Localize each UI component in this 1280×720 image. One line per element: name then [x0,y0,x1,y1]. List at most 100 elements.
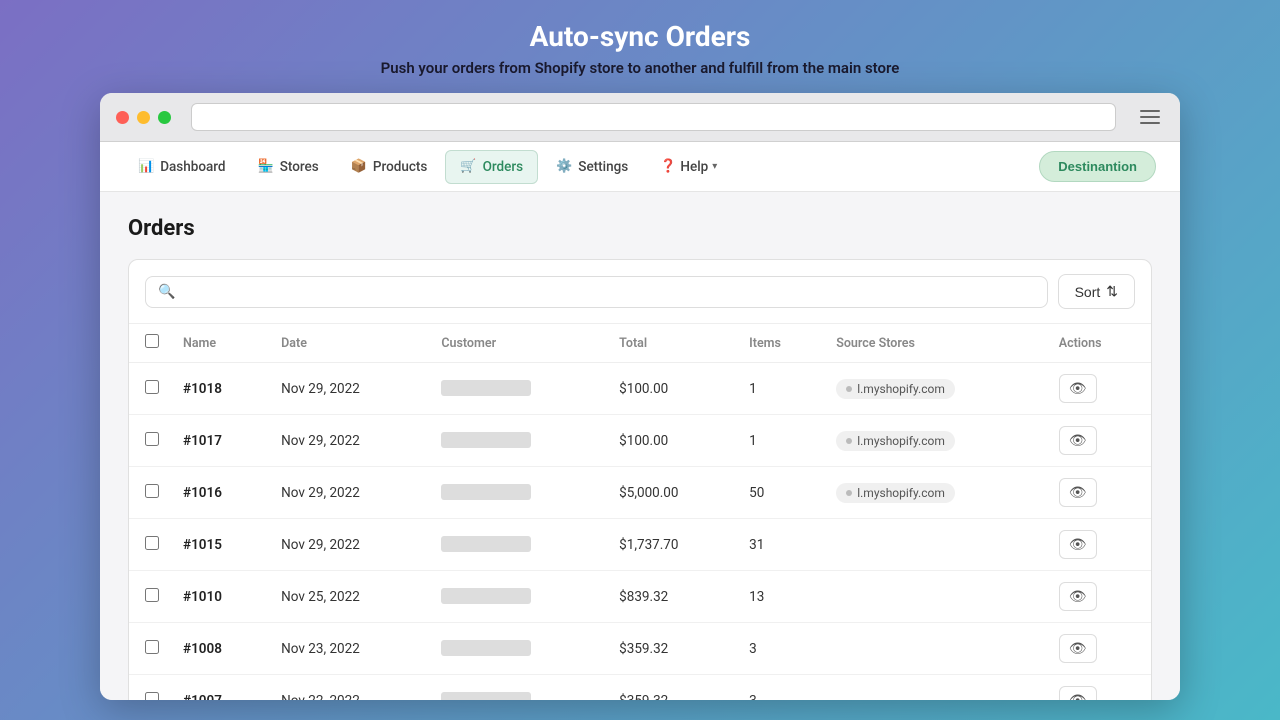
store-dot-icon [846,490,852,496]
col-items: Items [737,324,824,363]
table-row: #1010Nov 25, 2022Eric Nguyen$839.3213👁 [129,571,1151,623]
sidebar-item-products[interactable]: 📦 Products [337,151,442,183]
order-source-store [824,519,1047,571]
table-row: #1016Nov 29, 2022Emma Glebe$5,000.0050l.… [129,467,1151,519]
row-checkbox[interactable] [145,640,159,654]
order-actions: 👁 [1047,467,1151,519]
nav-label-settings: Settings [578,159,628,175]
stores-icon: 🏪 [258,159,274,174]
address-bar[interactable] [191,103,1116,131]
view-order-button[interactable]: 👁 [1059,686,1097,700]
order-customer: Emma Glebe [429,363,607,415]
order-items: 3 [737,675,824,701]
eye-icon: 👁 [1069,380,1087,397]
eye-icon: 👁 [1069,432,1087,449]
col-name: Name [171,324,269,363]
row-checkbox-col [129,467,171,519]
order-source-store: l.myshopify.com [824,363,1047,415]
store-name: l.myshopify.com [857,382,945,396]
order-customer: Emma Glebe [429,519,607,571]
order-total: $5,000.00 [607,467,737,519]
nav-label-help: Help [680,159,708,175]
row-checkbox[interactable] [145,588,159,602]
row-checkbox-col [129,415,171,467]
eye-icon: 👁 [1069,692,1087,700]
row-checkbox[interactable] [145,432,159,446]
order-source-store [824,623,1047,675]
order-actions: 👁 [1047,571,1151,623]
nav-items: 📊 Dashboard 🏪 Stores 📦 Products 🛒 Orders… [124,150,1039,184]
row-checkbox-col [129,675,171,701]
table-row: #1015Nov 29, 2022Emma Glebe$1,737.7031👁 [129,519,1151,571]
row-checkbox[interactable] [145,536,159,550]
settings-icon: ⚙️ [556,159,572,174]
order-actions: 👁 [1047,623,1151,675]
view-order-button[interactable]: 👁 [1059,634,1097,663]
eye-icon: 👁 [1069,484,1087,501]
row-checkbox[interactable] [145,692,159,701]
store-badge: l.myshopify.com [836,431,955,451]
main-title: Auto-sync Orders [381,20,900,53]
nav-label-stores: Stores [280,159,319,175]
col-total: Total [607,324,737,363]
order-date: Nov 29, 2022 [269,467,429,519]
dashboard-icon: 📊 [138,159,154,174]
order-customer: Emma Glebe [429,467,607,519]
order-customer: Emma Glebe [429,415,607,467]
order-source-store [824,571,1047,623]
sort-button[interactable]: Sort ⇅ [1058,274,1135,309]
order-date: Nov 29, 2022 [269,415,429,467]
row-checkbox[interactable] [145,380,159,394]
view-order-button[interactable]: 👁 [1059,426,1097,455]
select-all-checkbox[interactable] [145,334,159,348]
order-id: #1007 [171,675,269,701]
view-order-button[interactable]: 👁 [1059,530,1097,559]
order-customer: Eric Nguyen [429,571,607,623]
view-order-button[interactable]: 👁 [1059,374,1097,403]
order-items: 1 [737,415,824,467]
search-icon: 🔍 [158,284,175,300]
sidebar-item-orders[interactable]: 🛒 Orders [445,150,538,184]
nav-label-products: Products [373,159,427,175]
sort-label: Sort [1075,284,1101,300]
order-date: Nov 29, 2022 [269,519,429,571]
orders-tbody: #1018Nov 29, 2022Emma Glebe$100.001l.mys… [129,363,1151,701]
sidebar-item-dashboard[interactable]: 📊 Dashboard [124,151,240,183]
order-items: 3 [737,623,824,675]
sidebar-item-stores[interactable]: 🏪 Stores [244,151,333,183]
row-checkbox-col [129,571,171,623]
order-actions: 👁 [1047,675,1151,701]
nav-label-orders: Orders [483,159,524,175]
sidebar-item-help[interactable]: ❓ Help ▾ [646,151,731,183]
table-row: #1018Nov 29, 2022Emma Glebe$100.001l.mys… [129,363,1151,415]
order-date: Nov 23, 2022 [269,623,429,675]
eye-icon: 👁 [1069,536,1087,553]
sidebar-item-settings[interactable]: ⚙️ Settings [542,151,642,183]
close-icon[interactable] [116,111,129,124]
eye-icon: 👁 [1069,640,1087,657]
sort-icon: ⇅ [1106,283,1118,300]
order-actions: 👁 [1047,363,1151,415]
maximize-icon[interactable] [158,111,171,124]
row-checkbox-col [129,363,171,415]
row-checkbox[interactable] [145,484,159,498]
search-input[interactable] [183,284,1034,300]
search-box[interactable]: 🔍 [145,276,1048,308]
order-id: #1017 [171,415,269,467]
order-items: 50 [737,467,824,519]
orders-panel: 🔍 Sort ⇅ Name Date Cus [128,259,1152,700]
table-row: #1008Nov 23, 2022Eric Nguyen$359.323👁 [129,623,1151,675]
col-actions: Actions [1047,324,1151,363]
view-order-button[interactable]: 👁 [1059,582,1097,611]
destination-button[interactable]: Destinantion [1039,151,1156,182]
order-id: #1016 [171,467,269,519]
minimize-icon[interactable] [137,111,150,124]
view-order-button[interactable]: 👁 [1059,478,1097,507]
order-total: $359.32 [607,675,737,701]
order-date: Nov 22, 2022 [269,675,429,701]
table-row: #1007Nov 22, 2022Eric Nguyen$359.323👁 [129,675,1151,701]
menu-icon[interactable] [1136,106,1164,128]
page-header: Auto-sync Orders Push your orders from S… [381,20,900,77]
main-subtitle: Push your orders from Shopify store to a… [381,59,900,77]
order-source-store [824,675,1047,701]
